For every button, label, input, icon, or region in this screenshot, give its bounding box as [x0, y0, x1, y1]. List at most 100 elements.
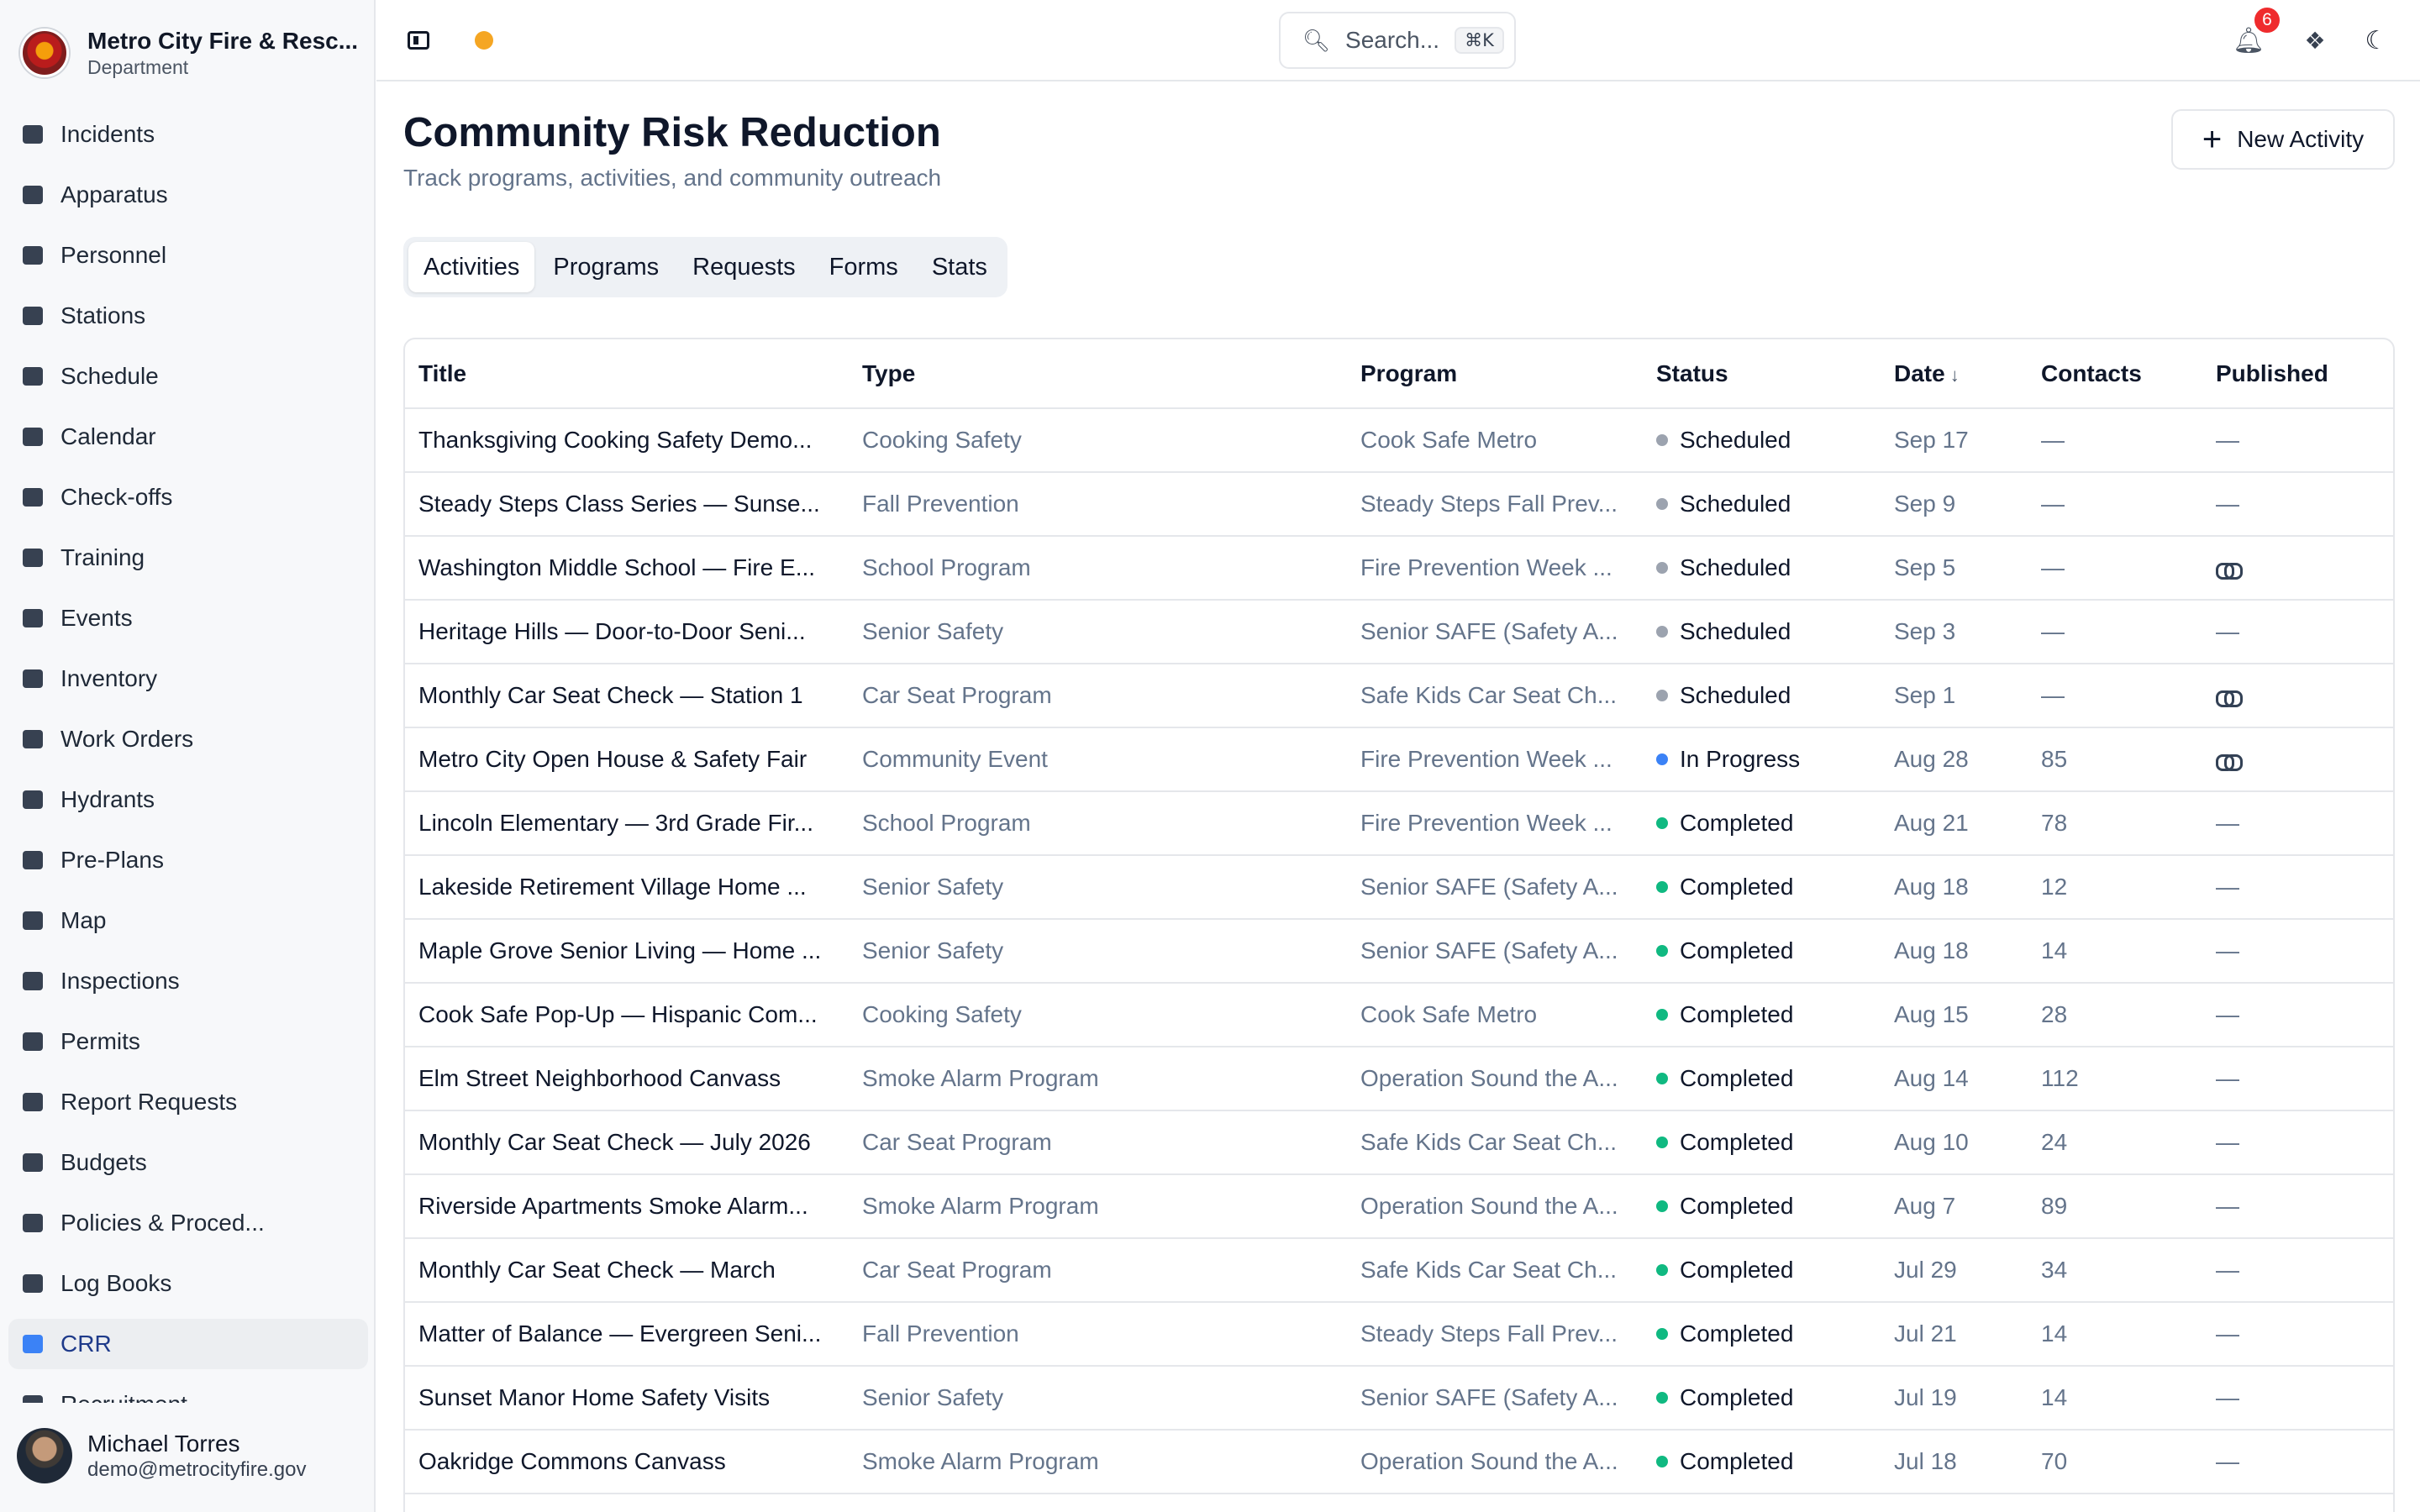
cell-type: Fall Prevention [849, 472, 1347, 537]
cell-published [2202, 664, 2393, 728]
status-dot-icon [1656, 433, 1668, 446]
cell-type: Senior Safety [849, 1366, 1347, 1431]
table-row[interactable]: Oakridge Commons Canvass Smoke Alarm Prog… [405, 1430, 2393, 1494]
status-dot-icon [1656, 1072, 1668, 1084]
user-profile[interactable]: Michael Torres demo@metrocityfire.gov [17, 1428, 306, 1483]
table-row[interactable]: Monthly Car Seat Check — July 2026 Car Se… [405, 1110, 2393, 1175]
link-icon[interactable] [2216, 753, 2243, 771]
brand[interactable]: Metro City Fire & Resc... Department [20, 24, 358, 82]
sidebar-item-personnel[interactable]: Personnel [8, 230, 368, 281]
sidebar-item-permits[interactable]: Permits [8, 1016, 368, 1067]
table-row[interactable]: Monthly Car Seat Check — March Car Seat P… [405, 1238, 2393, 1303]
sidebar-item-policies-proced[interactable]: Policies & Proced... [8, 1198, 368, 1248]
link-icon[interactable] [2216, 561, 2243, 580]
cell-type: Cooking Safety [849, 983, 1347, 1047]
moon-icon: ☾ [2365, 26, 2388, 55]
map-icon [20, 908, 45, 933]
status-label: Scheduled [1680, 618, 1791, 644]
cell-title: Lincoln Elementary — 3rd Grade Fir... [405, 791, 849, 856]
tab-programs[interactable]: Programs [538, 242, 674, 292]
sidebar-item-log-books[interactable]: Log Books [8, 1258, 368, 1309]
sidebar-item-check-offs[interactable]: Check-offs [8, 472, 368, 522]
table-row[interactable]: Heritage Hills — Door-to-Door Seni... Sen… [405, 600, 2393, 664]
table-row[interactable]: Sunset Manor Home Safety Visits Senior Sa… [405, 1366, 2393, 1431]
column-header-status[interactable]: Status [1643, 339, 1881, 409]
cell-contacts: 112 [2028, 1047, 2202, 1111]
sidebar-item-label: Work Orders [60, 726, 194, 752]
cell-published: — [2202, 919, 2393, 984]
table-row[interactable]: Lincoln Elementary — 3rd Grade Fir... Sch… [405, 791, 2393, 856]
sidebar-item-pre-plans[interactable]: Pre-Plans [8, 835, 368, 885]
tab-requests[interactable]: Requests [677, 242, 811, 292]
table-row[interactable]: Lakeside Retirement Village Home ... Seni… [405, 855, 2393, 920]
cell-status: Scheduled [1643, 536, 1881, 601]
column-header-title[interactable]: Title [405, 339, 849, 409]
table-row[interactable]: Cook Safe Pop-Up — Hispanic Com... Cookin… [405, 983, 2393, 1047]
sidebar-item-label: Stations [60, 302, 146, 328]
sidebar-item-inspections[interactable]: Inspections [8, 956, 368, 1006]
sidebar-item-inventory[interactable]: Inventory [8, 654, 368, 704]
table-row[interactable]: Steady Steps Class Series — Sunse... Fall… [405, 472, 2393, 537]
table-row[interactable]: Washington Middle School — Fire E... Scho… [405, 536, 2393, 601]
column-header-type[interactable]: Type [849, 339, 1347, 409]
truck-icon [20, 182, 45, 207]
column-header-contacts[interactable]: Contacts [2028, 339, 2202, 409]
table-row[interactable]: Maple Grove Senior Living — Home ... Seni… [405, 919, 2393, 984]
table-row[interactable]: Elm Street Neighborhood Canvass Smoke Ala… [405, 1047, 2393, 1111]
sidebar-item-incidents[interactable]: Incidents [8, 109, 368, 160]
cell-program: Fire Prevention Week ... [1347, 536, 1643, 601]
sidebar-item-map[interactable]: Map [8, 895, 368, 946]
table-row[interactable]: Thanksgiving Cooking Safety Demo... Cooki… [405, 408, 2393, 473]
sidebar-item-hydrants[interactable]: Hydrants [8, 774, 368, 825]
cell-type: Fall Prevention [849, 1302, 1347, 1367]
cell-status: Completed [1643, 983, 1881, 1047]
cell-program: Operation Sound the A... [1347, 1430, 1643, 1494]
cell-program: Operation Sound the A... [1347, 1047, 1643, 1111]
table-row[interactable]: Matter of Balance — Evergreen Seni... Fal… [405, 1302, 2393, 1367]
sidebar-item-recruitment[interactable]: Recruitment [8, 1379, 368, 1403]
search-input[interactable]: 🔍︎ Search... ⌘K [1279, 12, 1516, 69]
table-row[interactable]: Metro City Open House & Safety Fair Commu… [405, 727, 2393, 792]
cell-title: Metro City Open House & Safety Fair [405, 727, 849, 792]
status-dot-icon [1656, 944, 1668, 957]
integrations-button[interactable]: ❖ [2296, 22, 2333, 59]
sidebar-nav: Incidents Apparatus Personnel Stations Sched… [8, 109, 368, 1403]
column-header-date[interactable]: Date ↓ [1881, 339, 2028, 409]
table-row[interactable]: Riverside Apartments Smoke Alarm... Smoke… [405, 1174, 2393, 1239]
sidebar-item-crr[interactable]: CRR [8, 1319, 368, 1369]
sidebar-item-training[interactable]: Training [8, 533, 368, 583]
cell-program: Senior SAFE (Safety A... [1347, 1366, 1643, 1431]
sidebar-item-calendar[interactable]: Calendar [8, 412, 368, 462]
cell-published: — [2202, 1174, 2393, 1239]
cell-contacts: — [2028, 536, 2202, 601]
tab-forms[interactable]: Forms [814, 242, 913, 292]
status-label: Completed [1680, 874, 1794, 900]
sidebar-item-schedule[interactable]: Schedule [8, 351, 368, 402]
cell-date: Aug 18 [1881, 919, 2028, 984]
tab-activities[interactable]: Activities [408, 242, 535, 292]
column-header-program[interactable]: Program [1347, 339, 1643, 409]
tab-stats[interactable]: Stats [917, 242, 1002, 292]
user-email: demo@metrocityfire.gov [87, 1458, 307, 1481]
sidebar-item-work-orders[interactable]: Work Orders [8, 714, 368, 764]
cell-contacts: 12 [2028, 855, 2202, 920]
sidebar-item-label: Log Books [60, 1270, 172, 1296]
sidebar-item-events[interactable]: Events [8, 593, 368, 643]
cell-contacts: 14 [2028, 1366, 2202, 1431]
sidebar-item-budgets[interactable]: Budgets [8, 1137, 368, 1188]
toggle-sidebar-button[interactable] [400, 22, 437, 59]
theme-toggle-button[interactable]: ☾ [2358, 22, 2395, 59]
sidebar-item-label: Training [60, 544, 145, 570]
sidebar-item-report-requests[interactable]: Report Requests [8, 1077, 368, 1127]
sidebar-item-stations[interactable]: Stations [8, 291, 368, 341]
id-card-icon [20, 243, 45, 268]
table-row[interactable]: Monthly Car Seat Check — Station 1 Car Se… [405, 664, 2393, 728]
status-label: Scheduled [1680, 554, 1791, 580]
sidebar-item-label: Policies & Proced... [60, 1210, 265, 1236]
link-icon[interactable] [2216, 689, 2243, 707]
new-activity-button[interactable]: + New Activity [2171, 109, 2395, 170]
status-indicator-button[interactable] [466, 22, 502, 59]
column-header-published[interactable]: Published [2202, 339, 2393, 409]
notification-count-badge: 6 [2252, 5, 2282, 35]
sidebar-item-apparatus[interactable]: Apparatus [8, 170, 368, 220]
